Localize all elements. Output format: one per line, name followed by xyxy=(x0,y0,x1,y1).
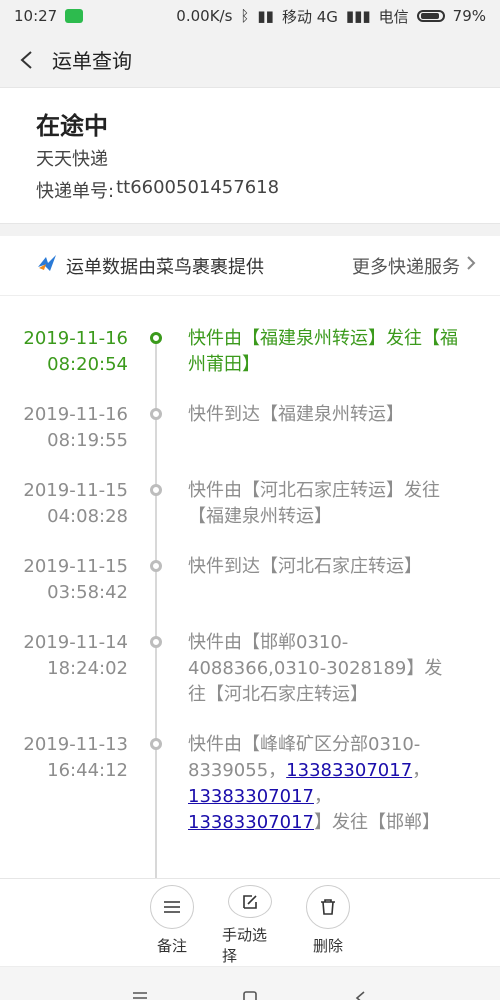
timeline-time: 16:44:12 xyxy=(47,760,128,781)
timeline-dot xyxy=(150,738,162,750)
provider-text: 运单数据由菜鸟裹裹提供 xyxy=(66,256,264,278)
timeline-time: 04:08:28 xyxy=(47,506,128,527)
timeline-item: 2019-11-16 08:20:54 快件由【福建泉州转运】发往【福州莆田】 xyxy=(0,314,500,390)
separator: ， xyxy=(313,786,332,807)
timeline-date: 2019-11-16 xyxy=(23,404,128,425)
timeline-time: 03:58:42 xyxy=(47,582,128,603)
delete-button[interactable]: 删除 xyxy=(300,885,356,966)
tracking-timeline: 2019-11-16 08:20:54 快件由【福建泉州转运】发往【福州莆田】 … xyxy=(0,296,500,878)
timeline-time: 08:20:54 xyxy=(47,354,128,375)
manual-select-button[interactable]: 手动选择 xyxy=(222,885,278,966)
timeline-datetime: 2019-11-15 03:58:42 xyxy=(0,554,128,606)
provider-row: 运单数据由菜鸟裹裹提供 更多快递服务 xyxy=(0,236,500,296)
cainiao-logo-icon xyxy=(36,253,58,278)
phone-link[interactable]: 13383307017 xyxy=(286,760,412,781)
chevron-right-icon xyxy=(466,255,476,276)
trash-icon xyxy=(306,885,350,929)
bluetooth-icon: ᛒ xyxy=(240,7,250,25)
status-time: 10:27 xyxy=(14,7,58,25)
menu-icon[interactable] xyxy=(126,984,154,1000)
timeline-item: 2019-11-16 08:19:55 快件到达【福建泉州转运】 xyxy=(0,390,500,466)
timeline-item: 2019-11-15 03:58:42 快件到达【河北石家庄转运】 xyxy=(0,542,500,618)
wechat-icon xyxy=(65,9,84,23)
action-bar: 备注 手动选择 删除 xyxy=(0,878,500,966)
status-right: 0.00K/s ᛒ ▮▮ 移动 4G ▮▮▮ 电信 79% xyxy=(176,6,486,27)
timeline-text: 快件由【峰峰矿区分部0310-8339055，13383307017，13383… xyxy=(188,732,458,836)
timeline-item: 2019-11-14 18:24:02 快件由【邯郸0310-4088366,0… xyxy=(0,618,500,720)
delete-label: 删除 xyxy=(312,937,343,955)
timeline-time: 18:24:02 xyxy=(47,658,128,679)
timeline-datetime: 2019-11-16 08:20:54 xyxy=(0,326,128,378)
timeline-date: 2019-11-15 xyxy=(23,480,128,501)
edit-icon xyxy=(228,885,272,918)
timeline-dot xyxy=(150,560,162,572)
waybill-label: 快递单号: xyxy=(36,181,115,202)
waybill: 快递单号: tt6600501457618 xyxy=(36,177,464,203)
timeline-dot xyxy=(150,408,162,420)
more-services-label: 更多快递服务 xyxy=(352,256,460,278)
timeline-datetime: 2019-11-15 04:08:28 xyxy=(0,478,128,530)
back-icon[interactable] xyxy=(346,984,374,1000)
timeline-datetime: 2019-11-14 18:24:02 xyxy=(0,630,128,708)
timeline-date: 2019-11-14 xyxy=(23,632,128,653)
timeline-text: 快件由【河北石家庄转运】发往【福建泉州转运】 xyxy=(188,480,440,527)
timeline-dot xyxy=(150,484,162,496)
timeline-time: 08:19:55 xyxy=(47,430,128,451)
shipment-card: 在途中 天天快递 快递单号: tt6600501457618 xyxy=(0,88,500,224)
signal-icon-2: ▮▮▮ xyxy=(345,7,371,25)
timeline-item: 2019-11-13 16:44:12 快件由【峰峰矿区分部0310-83390… xyxy=(0,720,500,848)
timeline-text-suffix: 】发往【邯郸】 xyxy=(313,812,440,833)
manual-select-label: 手动选择 xyxy=(222,926,268,965)
timeline-date: 2019-11-13 xyxy=(23,734,128,755)
timeline-item: 2019-11-15 04:08:28 快件由【河北石家庄转运】发往【福建泉州转… xyxy=(0,466,500,542)
timeline-date: 2019-11-16 xyxy=(23,328,128,349)
timeline-dot xyxy=(150,636,162,648)
status-left: 10:27 xyxy=(14,7,84,25)
timeline-text: 快件由【邯郸0310-4088366,0310-3028189】发往【河北石家庄… xyxy=(188,632,443,705)
home-icon[interactable] xyxy=(236,984,264,1000)
separator: ， xyxy=(412,760,431,781)
courier-company: 天天快递 xyxy=(36,149,108,170)
shipment-status: 在途中 xyxy=(36,112,108,140)
note-button[interactable]: 备注 xyxy=(144,885,200,966)
signal-icon: ▮▮ xyxy=(257,7,274,25)
carrier1: 移动 4G xyxy=(281,7,338,26)
carrier2: 电信 xyxy=(378,7,409,26)
note-label: 备注 xyxy=(156,937,187,955)
phone-link[interactable]: 13383307017 xyxy=(188,812,314,833)
app-bar: 运单查询 xyxy=(0,32,500,88)
waybill-number: tt6600501457618 xyxy=(116,177,280,198)
chevron-left-icon[interactable] xyxy=(16,50,36,70)
more-services-link[interactable]: 更多快递服务 xyxy=(352,253,476,279)
battery-percent: 79% xyxy=(452,7,486,25)
page-title: 运单查询 xyxy=(52,49,132,73)
battery-icon xyxy=(416,10,445,22)
timeline-text: 快件到达【福建泉州转运】 xyxy=(188,404,404,425)
timeline-date: 2019-11-15 xyxy=(23,556,128,577)
timeline-text: 快件到达【河北石家庄转运】 xyxy=(188,556,422,577)
timeline-dot xyxy=(150,332,162,344)
timeline-text: 快件由【福建泉州转运】发往【福州莆田】 xyxy=(188,328,458,375)
note-icon xyxy=(150,885,194,929)
timeline-datetime: 2019-11-13 16:44:12 xyxy=(0,732,128,836)
status-bar: 10:27 0.00K/s ᛒ ▮▮ 移动 4G ▮▮▮ 电信 79% xyxy=(0,0,500,32)
timeline-datetime: 2019-11-16 08:19:55 xyxy=(0,402,128,454)
phone-link[interactable]: 13383307017 xyxy=(188,786,314,807)
provider-info: 运单数据由菜鸟裹裹提供 xyxy=(36,253,264,279)
network-speed: 0.00K/s xyxy=(176,7,233,25)
system-nav-bar xyxy=(0,966,500,1000)
